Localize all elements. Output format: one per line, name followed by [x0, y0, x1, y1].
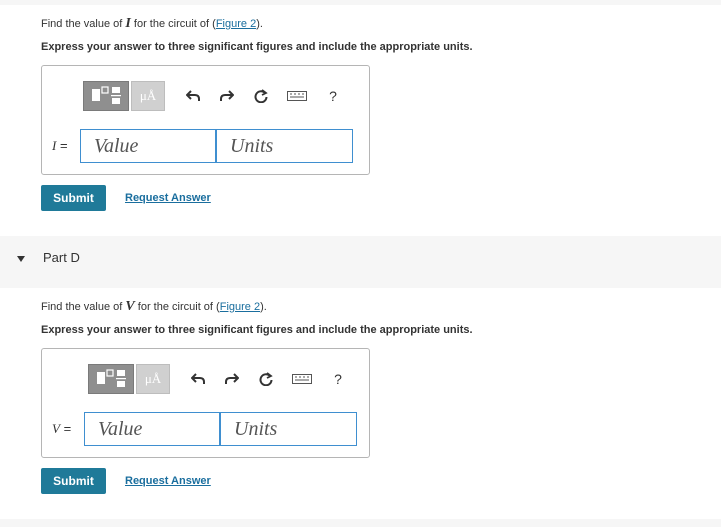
units-icon: μÅ	[144, 371, 162, 386]
value-input[interactable]: Value	[80, 129, 216, 163]
math-toolbar: μÅ ?	[83, 81, 343, 111]
units-input[interactable]: Units	[216, 129, 353, 163]
top-band	[0, 0, 721, 5]
keyboard-button[interactable]	[285, 86, 309, 106]
redo-button[interactable]	[217, 86, 237, 106]
keyboard-button[interactable]	[290, 369, 314, 389]
bottom-band	[0, 519, 721, 527]
undo-icon	[191, 373, 205, 384]
math-toolbar: μÅ ?	[88, 364, 348, 394]
units-button[interactable]: μÅ	[136, 364, 170, 394]
question-suffix: ).	[256, 18, 263, 30]
part-title: Part D	[43, 250, 80, 265]
units-input[interactable]: Units	[220, 412, 357, 446]
question-mid: for the circuit of (	[134, 301, 220, 313]
templates-button[interactable]	[83, 81, 129, 111]
question-text-part-d: Find the value of V for the circuit of (…	[41, 299, 267, 315]
variable-label: V =	[52, 421, 72, 436]
help-button[interactable]: ?	[323, 86, 343, 106]
answer-box-part-d: μÅ ? V = Value Units	[41, 348, 370, 458]
units-button[interactable]: μÅ	[131, 81, 165, 111]
redo-button[interactable]	[222, 369, 242, 389]
figure-link[interactable]: Figure 2	[216, 18, 256, 30]
redo-icon	[220, 90, 234, 101]
undo-button[interactable]	[188, 369, 208, 389]
keyboard-icon	[292, 374, 312, 384]
redo-icon	[225, 373, 239, 384]
value-input[interactable]: Value	[84, 412, 220, 446]
question-suffix: ).	[260, 301, 267, 313]
question-variable: V	[125, 299, 135, 314]
instruction-part-c: Express your answer to three significant…	[41, 41, 473, 53]
undo-icon	[186, 90, 200, 101]
answer-box-part-c: μÅ ? I = Value Units	[41, 65, 370, 175]
question-mid: for the circuit of (	[130, 18, 216, 30]
help-icon: ?	[329, 88, 337, 104]
templates-icon	[97, 369, 126, 387]
undo-button[interactable]	[183, 86, 203, 106]
units-icon: μÅ	[139, 88, 157, 103]
instruction-part-d: Express your answer to three significant…	[41, 324, 473, 336]
question-text-part-c: Find the value of I for the circuit of (…	[41, 16, 263, 32]
request-answer-link[interactable]: Request Answer	[125, 192, 211, 204]
submit-button[interactable]: Submit	[41, 185, 106, 211]
request-answer-link[interactable]: Request Answer	[125, 475, 211, 487]
reset-icon	[259, 372, 273, 386]
question-prefix: Find the value of	[41, 18, 126, 30]
help-button[interactable]: ?	[328, 369, 348, 389]
reset-button[interactable]	[251, 86, 271, 106]
submit-button[interactable]: Submit	[41, 468, 106, 494]
templates-icon	[92, 86, 121, 104]
caret-down-icon	[17, 256, 25, 262]
part-d-header[interactable]: Part D	[0, 236, 721, 288]
help-icon: ?	[334, 371, 342, 387]
keyboard-icon	[287, 91, 307, 101]
templates-button[interactable]	[88, 364, 134, 394]
variable-label: I =	[52, 138, 68, 153]
reset-button[interactable]	[256, 369, 276, 389]
figure-link[interactable]: Figure 2	[220, 301, 260, 313]
reset-icon	[254, 89, 268, 103]
question-prefix: Find the value of	[41, 301, 126, 313]
